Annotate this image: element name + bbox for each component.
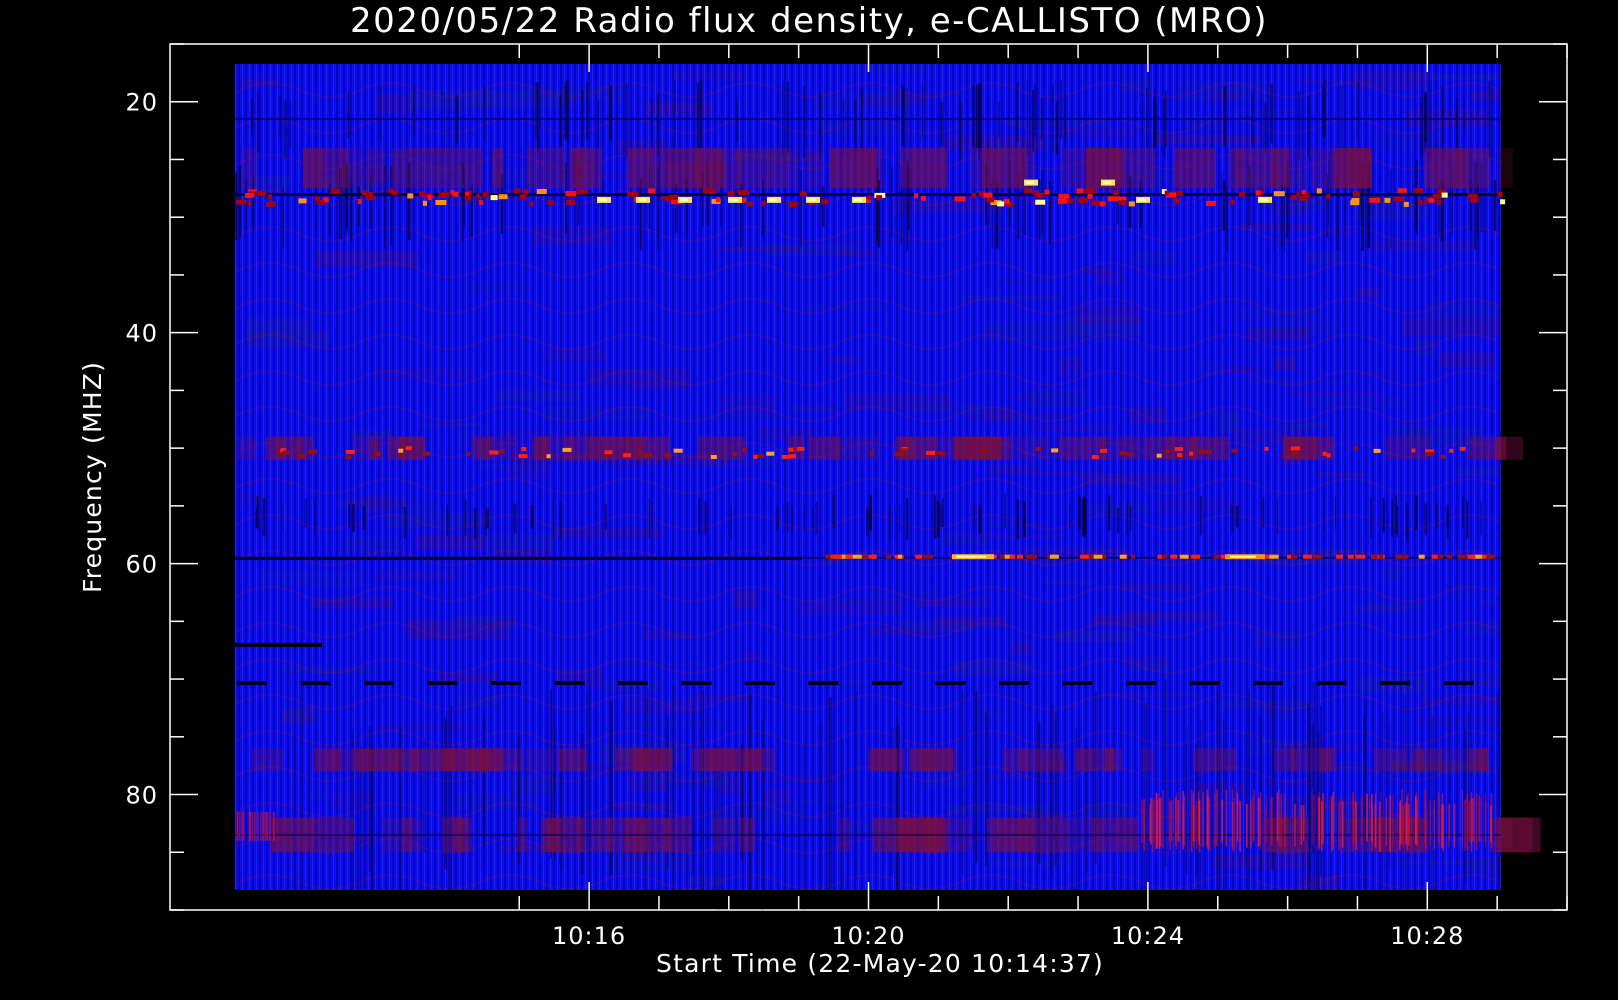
x-tick-label: 10:16 — [552, 922, 626, 950]
spectrogram-image — [235, 64, 1541, 910]
y-tick-label: 40 — [125, 320, 158, 348]
y-axis-label: Frequency (MHZ) — [78, 361, 107, 593]
x-tick-label: 10:28 — [1390, 922, 1464, 950]
x-axis-label: Start Time (22-May-20 10:14:37) — [656, 949, 1104, 978]
y-tick-label: 20 — [125, 89, 158, 117]
spectrogram-svg: 2020/05/22 Radio flux density, e-CALLIST… — [78, 1, 1568, 978]
y-tick-label: 80 — [125, 782, 158, 810]
x-tick-label: 10:24 — [1111, 922, 1185, 950]
chart-title: 2020/05/22 Radio flux density, e-CALLIST… — [350, 1, 1268, 41]
x-tick-label: 10:20 — [831, 922, 905, 950]
spectrogram-figure: 2020/05/22 Radio flux density, e-CALLIST… — [0, 0, 1618, 1000]
y-tick-label: 60 — [125, 551, 158, 579]
